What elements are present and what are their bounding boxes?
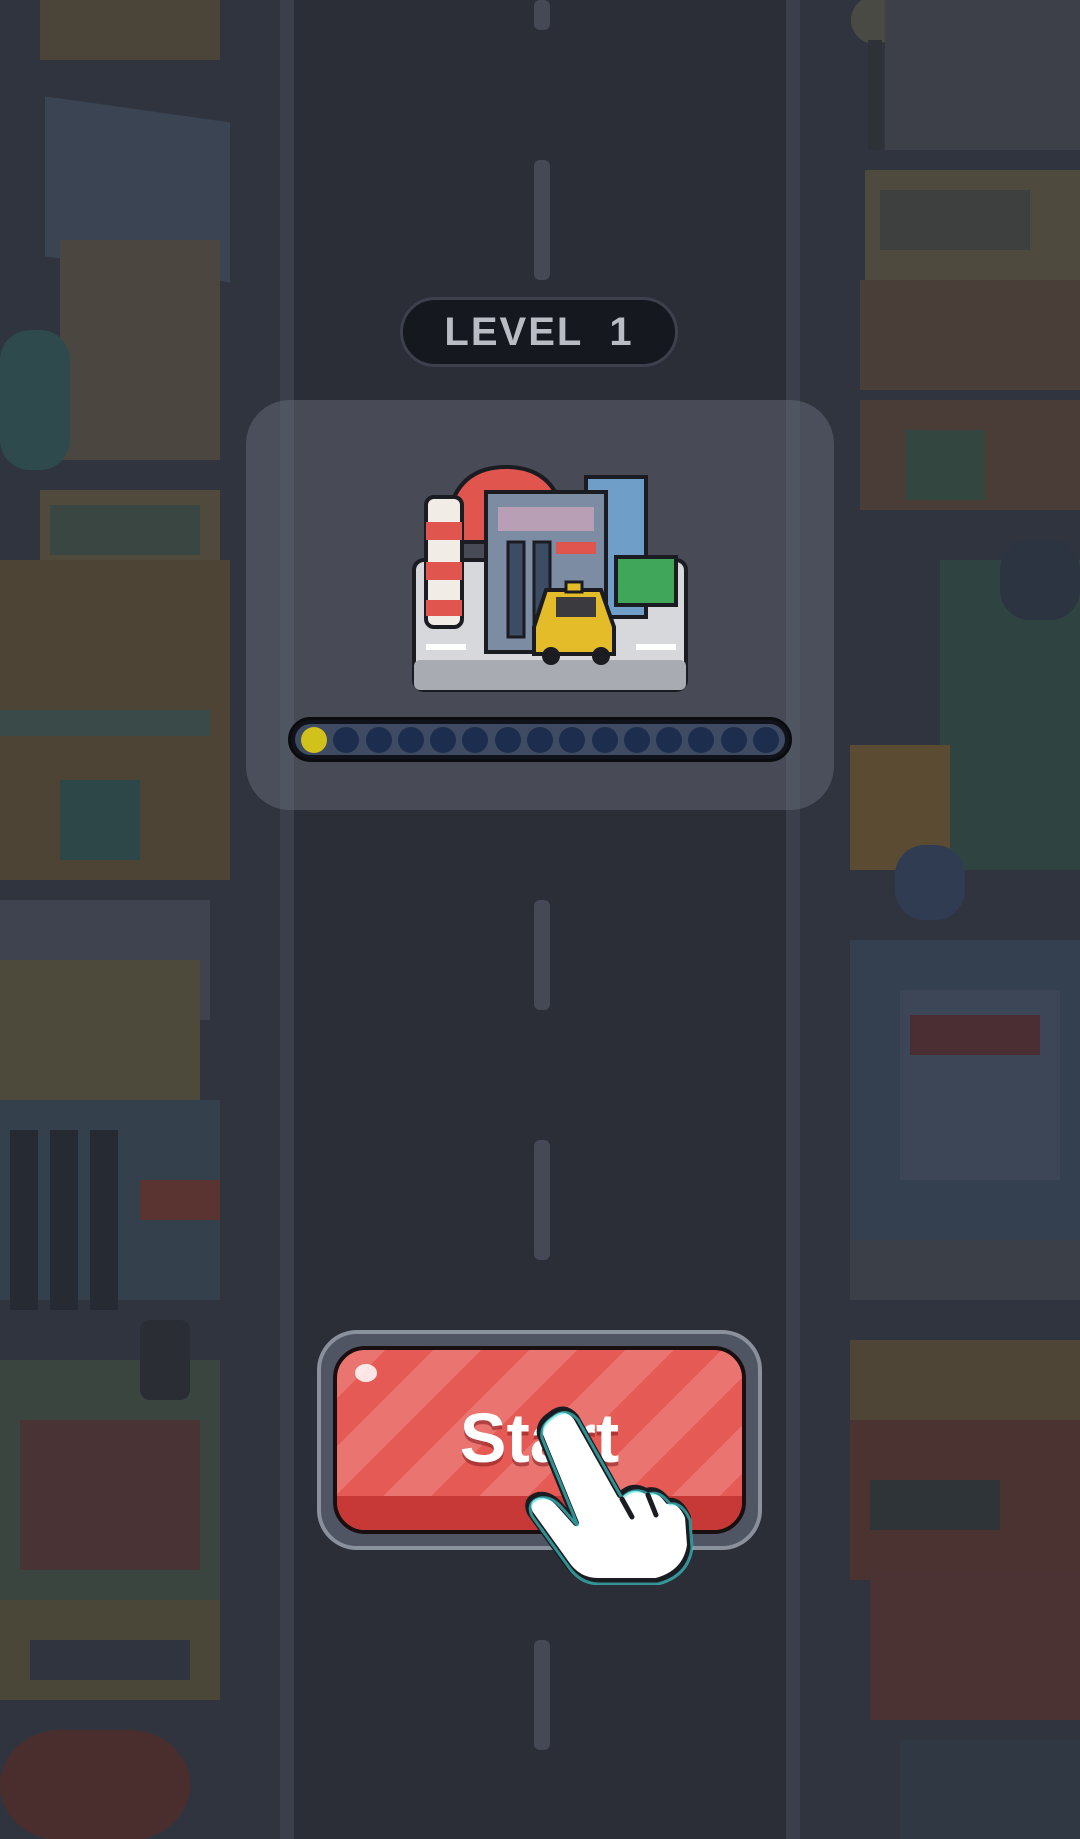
level-progress-bar: [288, 717, 792, 762]
progress-stage-dot: [623, 726, 650, 753]
progress-stage-dot: [462, 726, 489, 753]
progress-stage-dot: [301, 726, 327, 753]
progress-stage-dot: [591, 726, 618, 753]
progress-stage-dot: [365, 726, 392, 753]
progress-stage-dot: [559, 726, 586, 753]
progress-stage-dot: [752, 726, 779, 753]
progress-stage-dot: [656, 726, 683, 753]
level-indicator: LEVEL 1: [400, 297, 678, 367]
level-number: 1: [609, 309, 634, 354]
progress-stage-dot: [494, 726, 521, 753]
level-preview-card: [246, 400, 834, 810]
progress-stage-dot: [720, 726, 747, 753]
progress-stage-dot: [397, 726, 424, 753]
level-label: LEVEL: [444, 309, 584, 354]
progress-stage-dot: [688, 726, 715, 753]
progress-stage-dot: [430, 726, 457, 753]
progress-stage-dot: [526, 726, 553, 753]
tap-hand-icon: [525, 1406, 694, 1585]
city-taxi-icon: [412, 464, 688, 692]
progress-stage-dot: [333, 726, 360, 753]
